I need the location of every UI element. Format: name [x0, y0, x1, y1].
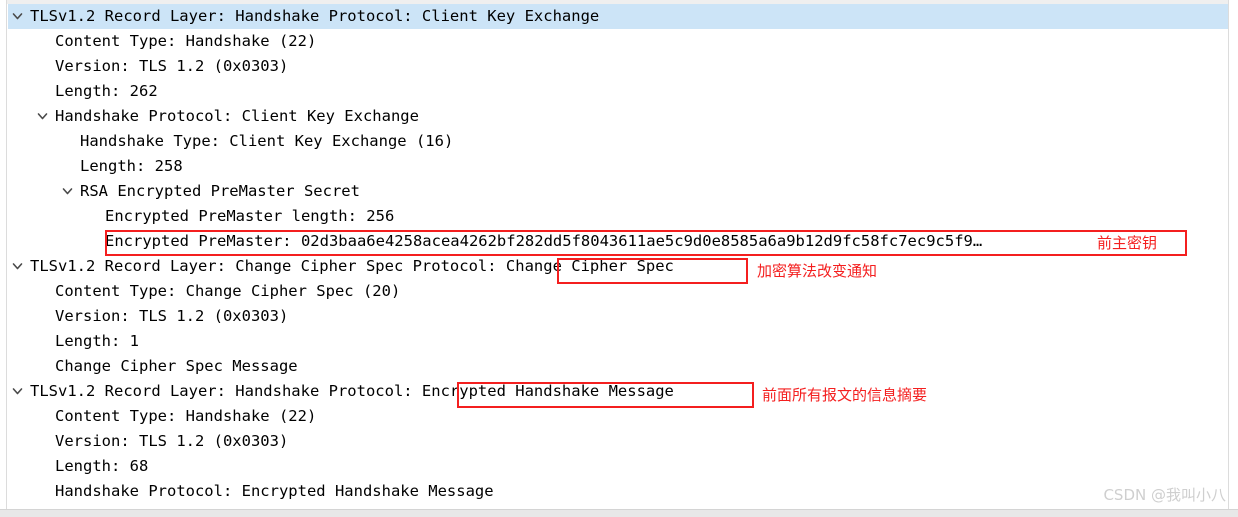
tree-row[interactable]: Version: TLS 1.2 (0x0303) [8, 429, 1228, 454]
tree-row[interactable]: RSA Encrypted PreMaster Secret [8, 179, 1228, 204]
tree-row[interactable]: Handshake Protocol: Encrypted Handshake … [8, 479, 1228, 504]
tree-row-label: Length: 68 [55, 457, 149, 475]
tree-row[interactable]: Handshake Protocol: Client Key Exchange [8, 104, 1228, 129]
pane-left-edge [0, 0, 7, 510]
annotation-premaster: 前主密钥 [1097, 234, 1158, 252]
annotation-encrypted-handshake: 前面所有报文的信息摘要 [762, 386, 928, 404]
tree-row[interactable]: Version: TLS 1.2 (0x0303) [8, 304, 1228, 329]
watermark: CSDN @我叫小八 [1103, 486, 1226, 504]
chevron-down-icon[interactable] [8, 379, 26, 404]
tree-row[interactable]: TLSv1.2 Record Layer: Change Cipher Spec… [8, 254, 1228, 279]
tree-row[interactable]: Length: 258 [8, 154, 1228, 179]
protocol-tree[interactable]: TLSv1.2 Record Layer: Handshake Protocol… [8, 4, 1228, 504]
tree-row-label: Encrypted PreMaster: 02d3baa6e4258acea42… [105, 232, 983, 250]
tree-row-label: Version: TLS 1.2 (0x0303) [55, 57, 289, 75]
tree-row-label: TLSv1.2 Record Layer: Handshake Protocol… [30, 382, 674, 400]
tree-row-label: RSA Encrypted PreMaster Secret [80, 182, 360, 200]
tree-row-label: TLSv1.2 Record Layer: Change Cipher Spec… [30, 257, 674, 275]
tree-row-label: Content Type: Handshake (22) [55, 407, 317, 425]
chevron-down-icon[interactable] [8, 254, 26, 279]
pane-bottom-edge [0, 509, 1238, 517]
tree-row-label: Handshake Type: Client Key Exchange (16) [80, 132, 454, 150]
tree-row-label: Version: TLS 1.2 (0x0303) [55, 307, 289, 325]
tree-row-label: Length: 262 [55, 82, 158, 100]
packet-detail-pane: TLSv1.2 Record Layer: Handshake Protocol… [0, 0, 1238, 517]
annotation-change-cipher-spec: 加密算法改变通知 [757, 262, 878, 280]
tree-row-label: Version: TLS 1.2 (0x0303) [55, 432, 289, 450]
tree-row[interactable]: Length: 1 [8, 329, 1228, 354]
tree-row[interactable]: Length: 262 [8, 79, 1228, 104]
tree-row[interactable]: Encrypted PreMaster: 02d3baa6e4258acea42… [8, 229, 1228, 254]
tree-row[interactable]: Length: 68 [8, 454, 1228, 479]
tree-row-label: Handshake Protocol: Encrypted Handshake … [55, 482, 494, 500]
tree-row-label: Handshake Protocol: Client Key Exchange [55, 107, 419, 125]
chevron-down-icon[interactable] [8, 4, 26, 29]
tree-row-label: TLSv1.2 Record Layer: Handshake Protocol… [30, 7, 600, 25]
tree-row[interactable]: TLSv1.2 Record Layer: Handshake Protocol… [8, 4, 1228, 29]
tree-row[interactable]: Change Cipher Spec Message [8, 354, 1228, 379]
pane-right-scrollbar[interactable] [1228, 0, 1238, 510]
tree-row-label: Content Type: Handshake (22) [55, 32, 317, 50]
tree-row[interactable]: TLSv1.2 Record Layer: Handshake Protocol… [8, 379, 1228, 404]
tree-row-label: Content Type: Change Cipher Spec (20) [55, 282, 401, 300]
tree-row[interactable]: Content Type: Change Cipher Spec (20) [8, 279, 1228, 304]
tree-row-label: Length: 1 [55, 332, 139, 350]
tree-row-label: Change Cipher Spec Message [55, 357, 298, 375]
tree-row[interactable]: Version: TLS 1.2 (0x0303) [8, 54, 1228, 79]
chevron-down-icon[interactable] [58, 179, 76, 204]
tree-row[interactable]: Handshake Type: Client Key Exchange (16) [8, 129, 1228, 154]
tree-row[interactable]: Content Type: Handshake (22) [8, 404, 1228, 429]
tree-row-label: Length: 258 [80, 157, 183, 175]
tree-row[interactable]: Encrypted PreMaster length: 256 [8, 204, 1228, 229]
chevron-down-icon[interactable] [33, 104, 51, 129]
tree-row-label: Encrypted PreMaster length: 256 [105, 207, 395, 225]
tree-row[interactable]: Content Type: Handshake (22) [8, 29, 1228, 54]
